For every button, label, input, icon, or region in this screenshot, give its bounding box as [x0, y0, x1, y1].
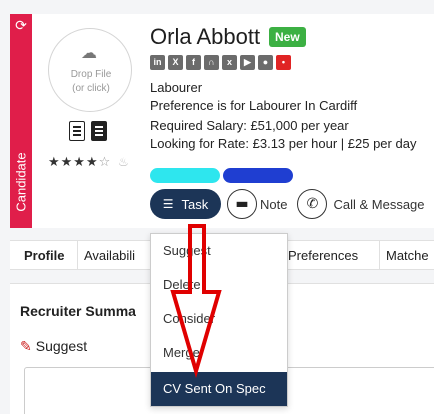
menu-item-cv-sent-on-spec[interactable]: CV Sent On Spec [151, 372, 287, 406]
screen: ⟳ Candidate ☁ Drop File (or click) ★★★★☆… [0, 0, 434, 414]
task-dropdown-menu: Suggest Delete Consider Merge CV Sent On… [150, 233, 288, 407]
call-button[interactable]: ✆ [297, 189, 328, 219]
note-button[interactable]: ▬ [227, 189, 257, 219]
comment-icon: ▬ [235, 196, 249, 212]
task-list-icon: ☰ [162, 197, 174, 211]
suggest-link[interactable]: ✎ Suggest [20, 338, 87, 355]
social-icons: in X f ∩ x ▶ ● • [150, 55, 291, 70]
call-message-label[interactable]: Call & Message [333, 197, 424, 212]
dropzone-subtext: (or click) [72, 83, 110, 94]
candidate-strip-label: Candidate [13, 152, 29, 212]
tab-preferences[interactable]: Preferences [282, 241, 380, 270]
action-bar: ☰ Task ▬ Note ✆ Call & Message [150, 189, 425, 219]
youtube-icon[interactable]: ▶ [240, 55, 255, 70]
candidate-name: Orla Abbott [150, 24, 261, 49]
headphones-icon[interactable]: ∩ [204, 55, 219, 70]
tab-matches[interactable]: Matche [380, 241, 434, 270]
task-button-label: Task [181, 196, 209, 212]
task-button[interactable]: ☰ Task [150, 189, 221, 219]
menu-item-merge[interactable]: Merge [151, 336, 287, 370]
dropzone-text: Drop File [70, 69, 112, 80]
menu-item-delete[interactable]: Delete [151, 268, 287, 302]
tab-availability[interactable]: Availabili [78, 241, 154, 270]
menu-item-suggest[interactable]: Suggest [151, 234, 287, 268]
tab-profile[interactable]: Profile [14, 241, 78, 270]
candidate-card: ⟳ Candidate ☁ Drop File (or click) ★★★★☆… [10, 14, 434, 228]
preference-text: Preference is for Labourer In Cardiff [150, 98, 358, 113]
star-rating[interactable]: ★★★★☆ [48, 155, 111, 170]
suggest-label: Suggest [35, 338, 88, 354]
cloud-upload-icon: ☁ [81, 43, 97, 62]
document-icon[interactable] [69, 121, 85, 141]
flame-icon: ♨ [118, 155, 129, 169]
new-badge: New [269, 27, 306, 47]
xing-icon[interactable]: x [222, 55, 237, 70]
magic-wand-icon: ✎ [20, 339, 32, 355]
tag-pill-blue[interactable] [223, 168, 293, 183]
candidate-strip: ⟳ Candidate [10, 14, 32, 228]
tag-pill-cyan[interactable] [150, 168, 220, 183]
globe-icon[interactable]: ● [258, 55, 273, 70]
rate-text: Looking for Rate: £3.13 per hour | £25 p… [150, 136, 417, 151]
required-salary: Required Salary: £51,000 per year [150, 118, 349, 133]
job-title: Labourer [150, 80, 203, 95]
refresh-icon[interactable]: ⟳ [13, 18, 29, 34]
document-filled-icon[interactable] [91, 121, 107, 141]
phone-icon: ✆ [306, 196, 319, 212]
note-label[interactable]: Note [260, 197, 287, 212]
facebook-icon[interactable]: f [186, 55, 201, 70]
photo-dropzone[interactable]: ☁ Drop File (or click) [48, 28, 132, 112]
map-pin-icon[interactable]: • [276, 55, 291, 70]
linkedin-icon[interactable]: in [150, 55, 165, 70]
menu-item-consider[interactable]: Consider [151, 302, 287, 336]
x-icon[interactable]: X [168, 55, 183, 70]
recruiter-summary-title: Recruiter Summa [20, 303, 136, 319]
